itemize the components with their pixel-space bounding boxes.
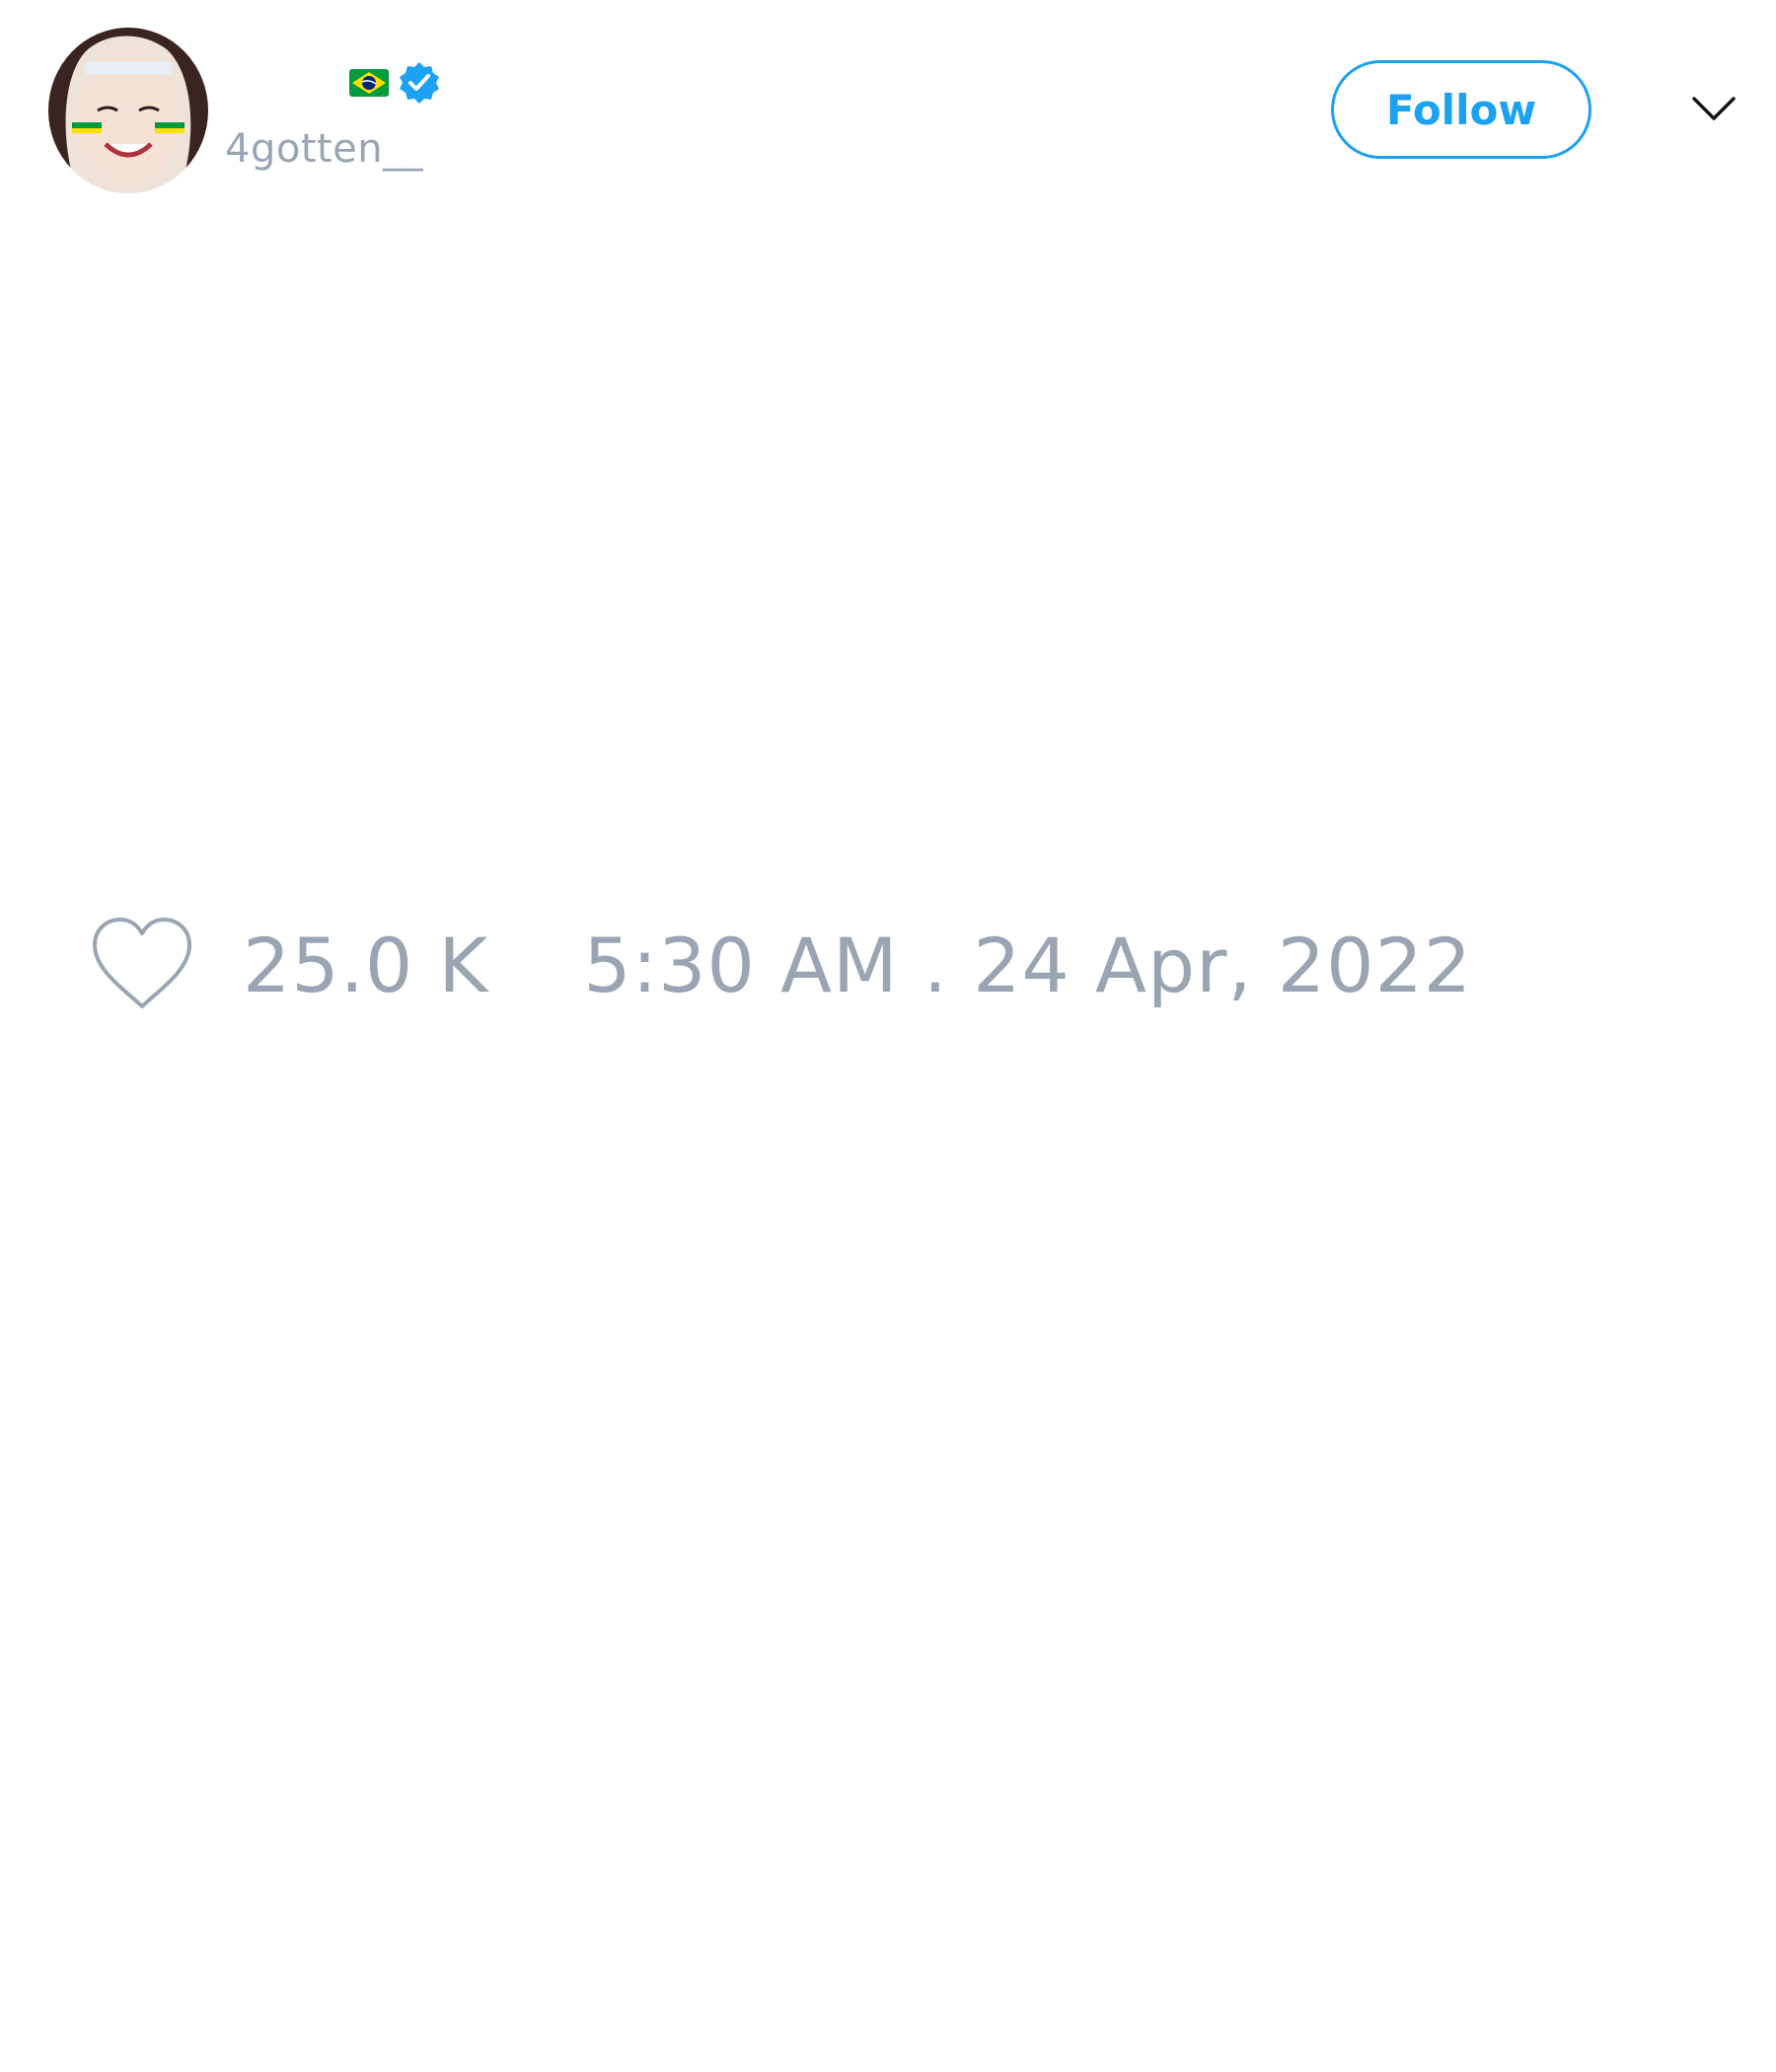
tweet-meta-row: 25.0 K 5:30 AM . 24 Apr, 2022 (89, 916, 1472, 1014)
verified-badge-icon (397, 60, 442, 106)
chevron-down-icon[interactable] (1689, 89, 1739, 128)
like-count: 25.0 K (243, 921, 489, 1009)
heart-icon[interactable] (89, 916, 195, 1014)
avatar[interactable] (48, 28, 208, 193)
author-name-row (225, 59, 442, 107)
follow-button[interactable]: Follow (1331, 60, 1591, 159)
brazil-flag-icon (349, 69, 389, 97)
tweet-timestamp[interactable]: 5:30 AM . 24 Apr, 2022 (583, 922, 1472, 1009)
author-handle[interactable]: 4gotten__ (225, 126, 423, 172)
